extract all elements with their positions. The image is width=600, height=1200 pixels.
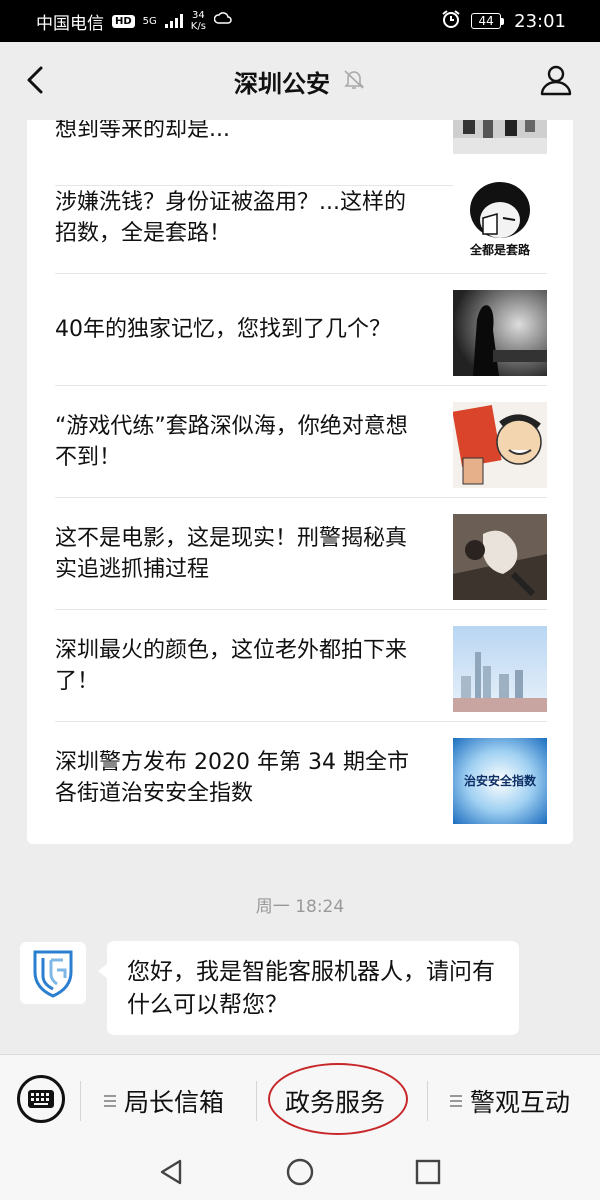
nav-back-button[interactable] bbox=[156, 1156, 188, 1188]
article-title: 40年的独家记忆，您找到了几个？ bbox=[55, 317, 391, 342]
shield-logo-icon bbox=[33, 950, 73, 998]
alarm-icon bbox=[441, 9, 461, 34]
article-thumbnail: 治安安全指数 bbox=[453, 738, 547, 824]
triangle-back-icon bbox=[160, 1159, 182, 1185]
page-title: 深圳公安 bbox=[234, 69, 330, 98]
menu-list-icon bbox=[450, 1095, 462, 1107]
menu-list-icon bbox=[104, 1095, 116, 1107]
article-item[interactable]: 深圳警方发布 2020 年第 34 期全市各街道治安安全指数 治安安全指数 bbox=[55, 722, 547, 834]
circle-home-icon bbox=[286, 1158, 314, 1186]
article-item[interactable]: 深圳最火的颜色，这位老外都拍下来了！ bbox=[55, 610, 547, 722]
menu-item-police-interaction[interactable]: 警观互动 bbox=[450, 1079, 570, 1123]
nav-recents-button[interactable] bbox=[412, 1156, 444, 1188]
thumbnail-caption: 全都是套路 bbox=[469, 243, 530, 257]
menu-item-label: 警观互动 bbox=[470, 1088, 571, 1117]
article-title: 这不是电影，这是现实！刑警揭秘真实追逃抓捕过程 bbox=[55, 525, 408, 582]
nav-home-button[interactable] bbox=[284, 1156, 316, 1188]
article-thumbnail bbox=[453, 290, 547, 376]
article-thumbnail bbox=[453, 514, 547, 600]
article-item[interactable]: 40年的独家记忆，您找到了几个？ bbox=[55, 274, 547, 386]
profile-button[interactable] bbox=[538, 62, 574, 98]
back-button[interactable] bbox=[18, 62, 54, 98]
hd-badge: HD bbox=[112, 14, 135, 28]
annotation-circle bbox=[268, 1063, 408, 1135]
article-thumbnail bbox=[453, 402, 547, 488]
status-bar: 中国电信 HD 5G 34 K/s 44 23:01 bbox=[0, 0, 600, 42]
carrier-name: 中国电信 bbox=[36, 13, 104, 34]
signal-icon bbox=[164, 14, 183, 28]
bot-message-bubble: 您好，我是智能客服机器人，请问有什么可以帮您？ bbox=[98, 941, 519, 1035]
system-nav-bar bbox=[0, 1144, 600, 1200]
article-title: 涉嫌洗钱？身份证被盗用？...这样的招数，全是套路！ bbox=[55, 189, 406, 246]
article-title: 深圳最火的颜色，这位老外都拍下来了！ bbox=[55, 637, 408, 694]
account-avatar[interactable] bbox=[20, 942, 86, 1004]
article-title: 深圳警方发布 2020 年第 34 期全市各街道治安安全指数 bbox=[55, 750, 409, 806]
chat-header: 深圳公安 bbox=[0, 42, 600, 120]
network-speed: 34 K/s bbox=[191, 10, 206, 32]
user-icon bbox=[540, 65, 572, 96]
article-title: “游戏代练”套路深似海，你绝对意想不到！ bbox=[55, 413, 408, 470]
bottom-menu-bar: 局长信箱 政务服务 警观互动 bbox=[0, 1054, 600, 1144]
article-item[interactable]: 这不是电影，这是现实！刑警揭秘真实追逃抓捕过程 bbox=[55, 498, 547, 610]
chevron-left-icon bbox=[27, 66, 43, 94]
keyboard-icon bbox=[28, 1090, 54, 1108]
speed-unit: K/s bbox=[190, 21, 206, 32]
article-thumbnail bbox=[453, 626, 547, 712]
chat-timestamp: 周一 18:24 bbox=[255, 897, 345, 917]
thumbnail-caption: 治安安全指数 bbox=[463, 774, 536, 788]
keyboard-toggle-button[interactable] bbox=[17, 1075, 65, 1123]
mute-bell-icon bbox=[342, 67, 366, 95]
square-recents-icon bbox=[415, 1159, 441, 1185]
article-item[interactable]: “游戏代练”套路深似海，你绝对意想不到！ bbox=[55, 386, 547, 498]
article-item[interactable]: 涉嫌洗钱？身份证被盗用？...这样的招数，全是套路！ 全都是套路 bbox=[55, 162, 547, 274]
status-time: 23:01 bbox=[514, 10, 566, 32]
network-type: 5G bbox=[142, 15, 157, 27]
menu-item-label: 局长信箱 bbox=[124, 1088, 225, 1117]
battery-level: 44 bbox=[471, 13, 502, 29]
speed-value: 34 bbox=[192, 10, 205, 21]
article-thumbnail: 全都是套路 bbox=[453, 178, 547, 264]
battery-icon: 44 bbox=[471, 13, 505, 29]
menu-item-director-mailbox[interactable]: 局长信箱 bbox=[104, 1079, 224, 1123]
cloud-icon bbox=[213, 11, 232, 31]
article-list-card: 想到等来的却是... 涉嫌洗钱？身份证被盗用？...这样的招数，全是套路！ 全都… bbox=[27, 100, 573, 844]
